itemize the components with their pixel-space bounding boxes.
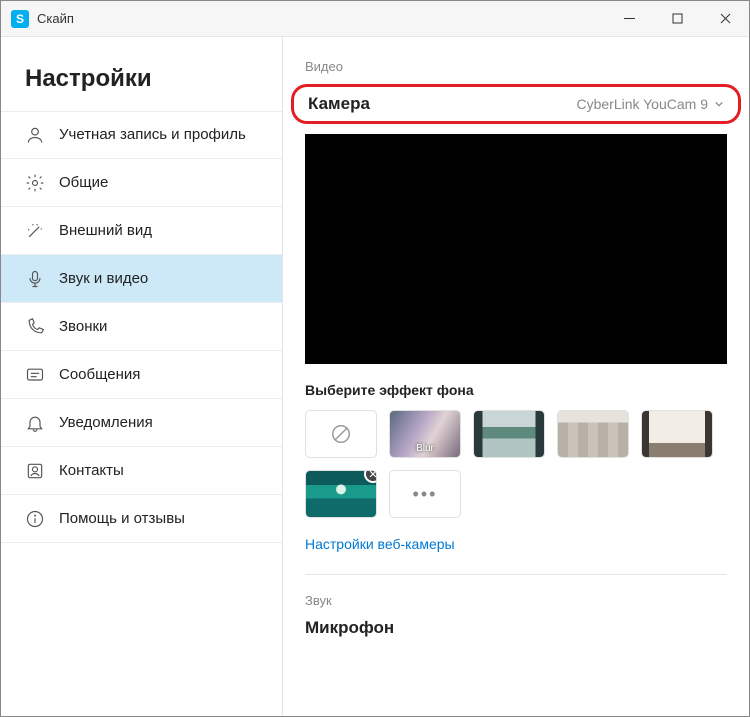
titlebar: S Скайп (1, 1, 749, 37)
wand-icon (25, 221, 45, 241)
effect-office-1[interactable] (473, 410, 545, 458)
sidebar-item-contacts[interactable]: Контакты (1, 447, 282, 495)
effect-room[interactable] (641, 410, 713, 458)
sidebar-item-label: Помощь и отзывы (59, 510, 185, 528)
main-panel: Видео Камера CyberLink YouCam 9 Выберите… (283, 37, 749, 716)
effect-none[interactable] (305, 410, 377, 458)
chevron-down-icon (714, 99, 724, 109)
video-section-header: Видео (305, 59, 727, 74)
sidebar-item-label: Внешний вид (59, 222, 152, 240)
phone-icon (25, 317, 45, 337)
maximize-button[interactable] (653, 1, 701, 36)
microphone-label: Микрофон (305, 618, 727, 638)
effect-add-more[interactable]: ••• (389, 470, 461, 518)
webcam-settings-link[interactable]: Настройки веб-камеры (305, 536, 455, 552)
skype-icon: S (11, 10, 29, 28)
effect-office-2[interactable] (557, 410, 629, 458)
camera-name: CyberLink YouCam 9 (576, 96, 708, 112)
camera-selector[interactable]: Камера CyberLink YouCam 9 (291, 84, 741, 124)
sidebar-item-appearance[interactable]: Внешний вид (1, 207, 282, 255)
gear-icon (25, 173, 45, 193)
app-title: Скайп (37, 11, 74, 26)
divider (305, 574, 727, 575)
sidebar-item-messages[interactable]: Сообщения (1, 351, 282, 399)
video-preview (305, 134, 727, 364)
sidebar-item-account[interactable]: Учетная запись и профиль (1, 111, 282, 159)
sidebar-item-label: Общие (59, 174, 108, 192)
settings-sidebar: Настройки Учетная запись и профиль Общие… (1, 37, 283, 716)
sidebar-item-label: Уведомления (59, 414, 153, 432)
none-icon (330, 423, 352, 445)
sidebar-item-calls[interactable]: Звонки (1, 303, 282, 351)
sidebar-item-label: Контакты (59, 462, 124, 480)
close-button[interactable] (701, 1, 749, 36)
message-icon (25, 365, 45, 385)
sidebar-item-label: Сообщения (59, 366, 140, 384)
person-icon (25, 125, 45, 145)
remove-effect-icon[interactable]: ✕ (364, 470, 377, 483)
effect-blur[interactable]: Blur (389, 410, 461, 458)
sidebar-item-label: Учетная запись и профиль (59, 126, 246, 144)
camera-value: CyberLink YouCam 9 (576, 96, 724, 112)
sidebar-item-audio-video[interactable]: Звук и видео (1, 255, 282, 303)
effect-custom-nature[interactable]: ✕ (305, 470, 377, 518)
background-effects-grid: Blur ✕ ••• (305, 410, 727, 518)
minimize-button[interactable] (605, 1, 653, 36)
sidebar-item-label: Звук и видео (59, 270, 148, 288)
sidebar-item-general[interactable]: Общие (1, 159, 282, 207)
sidebar-item-help[interactable]: Помощь и отзывы (1, 495, 282, 543)
settings-title: Настройки (1, 37, 282, 111)
info-icon (25, 509, 45, 529)
sidebar-item-notifications[interactable]: Уведомления (1, 399, 282, 447)
camera-label: Камера (308, 94, 370, 114)
audio-section-header: Звук (305, 593, 727, 608)
bell-icon (25, 413, 45, 433)
background-effect-header: Выберите эффект фона (305, 382, 727, 398)
contacts-icon (25, 461, 45, 481)
blur-label: Blur (390, 443, 460, 454)
window-controls (605, 1, 749, 36)
sidebar-item-label: Звонки (59, 318, 107, 336)
microphone-icon (25, 269, 45, 289)
